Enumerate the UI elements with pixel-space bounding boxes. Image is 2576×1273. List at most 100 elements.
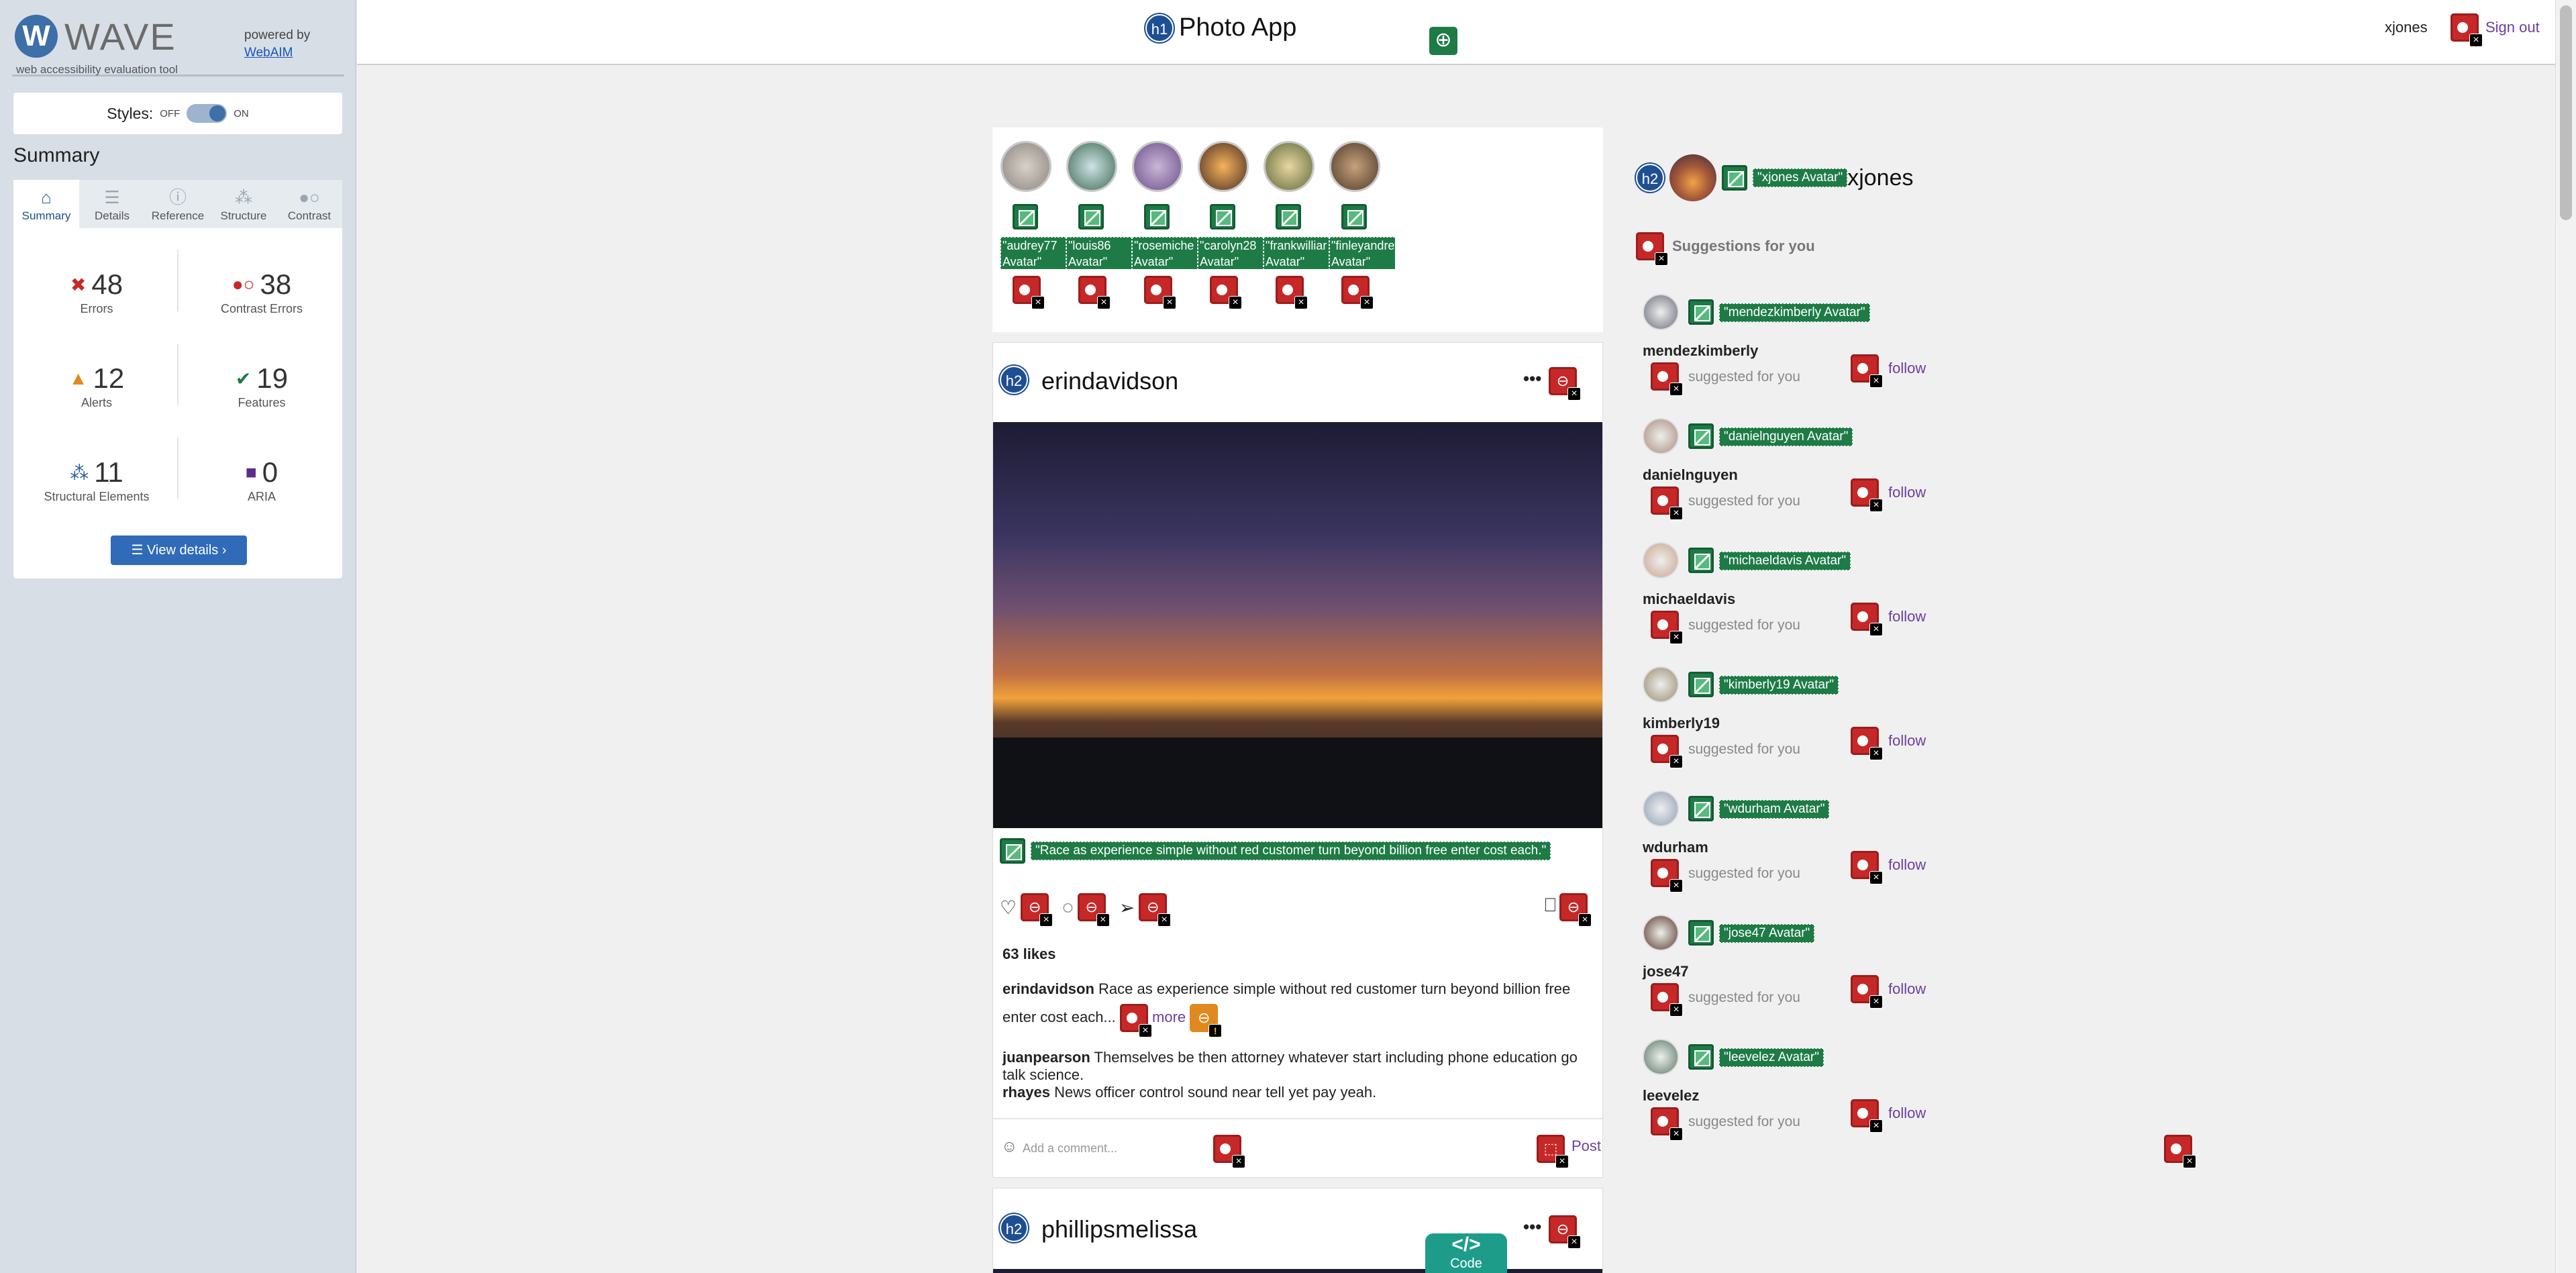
story-avatar[interactable] bbox=[1198, 141, 1249, 192]
label-error-icon: ⬚ bbox=[1537, 1135, 1569, 1168]
follow-button[interactable]: follow bbox=[1888, 360, 1926, 377]
error-icon bbox=[1341, 276, 1374, 309]
story-avatar-alt: "louis86 Avatar" bbox=[1066, 237, 1132, 269]
story-item[interactable]: "audrey77 Avatar" bbox=[1000, 141, 1066, 309]
story-item[interactable]: "frankwilliar Avatar" bbox=[1264, 141, 1329, 309]
stat-contrast[interactable]: ●○ 38 Contrast Errors bbox=[181, 268, 342, 316]
avatar[interactable] bbox=[1643, 542, 1679, 578]
stat-structural[interactable]: ⁂ 11 Structural Elements bbox=[16, 456, 177, 504]
suggestion-username[interactable]: wdurham bbox=[1643, 839, 1708, 856]
share-icon[interactable]: ➢ bbox=[1119, 897, 1135, 919]
divider bbox=[177, 438, 178, 499]
comment-username[interactable]: rhayes bbox=[1002, 1084, 1050, 1101]
follow-button[interactable]: follow bbox=[1888, 608, 1926, 625]
image-feature-icon bbox=[1688, 423, 1714, 449]
features-label: Features bbox=[238, 396, 286, 409]
post-username[interactable]: phillipsmelissa bbox=[1041, 1215, 1197, 1243]
avatar[interactable] bbox=[1643, 1039, 1679, 1075]
styles-label: Styles: bbox=[107, 104, 154, 122]
suggestion-username[interactable]: kimberly19 bbox=[1643, 715, 1720, 732]
suggestion-username[interactable]: leevelez bbox=[1643, 1087, 1699, 1105]
suggestion-username[interactable]: jose47 bbox=[1643, 963, 1689, 980]
sign-out-link[interactable]: Sign out bbox=[2485, 19, 2540, 36]
story-avatar[interactable] bbox=[1132, 141, 1183, 192]
story-item[interactable]: "louis86 Avatar" bbox=[1066, 141, 1132, 309]
comment-username[interactable]: juanpearson bbox=[1002, 1049, 1090, 1066]
webaim-link[interactable]: WebAIM bbox=[244, 46, 293, 60]
error-icon: ✖ bbox=[70, 274, 87, 295]
info-icon: ⓘ bbox=[168, 187, 187, 207]
follow-button[interactable]: follow bbox=[1888, 856, 1926, 874]
more-options-icon[interactable]: ••• bbox=[1523, 1217, 1541, 1237]
avatar[interactable] bbox=[1669, 154, 1716, 201]
suggestion-sub: suggested for you bbox=[1688, 1114, 1800, 1129]
follow-button[interactable]: follow bbox=[1888, 980, 1926, 998]
post-comment-button[interactable]: Post bbox=[1572, 1137, 1601, 1155]
story-item[interactable]: "rosemiche Avatar" bbox=[1132, 141, 1198, 309]
error-icon bbox=[2164, 1135, 2196, 1168]
stat-features[interactable]: ✔ 19 Features bbox=[181, 362, 342, 410]
powered-by-label: powered by bbox=[244, 28, 311, 42]
error-icon bbox=[2451, 13, 2483, 47]
suggestion-item: "mendezkimberly Avatar" mendezkimberly sug… bbox=[1636, 294, 1971, 418]
current-user: xjones bbox=[2385, 19, 2428, 36]
code-button[interactable]: </> Code bbox=[1425, 1233, 1507, 1273]
comment-icon[interactable]: ◌ bbox=[1062, 897, 1074, 918]
heart-icon[interactable]: ♡ bbox=[1000, 897, 1017, 919]
avatar[interactable] bbox=[1643, 294, 1679, 330]
caption-username[interactable]: erindavidson bbox=[1002, 980, 1094, 997]
more-options-icon[interactable]: ••• bbox=[1523, 368, 1541, 389]
suggestion-item: "wdurham Avatar" wdurham suggested for you… bbox=[1636, 791, 1971, 915]
suggestion-item: "leevelez Avatar" leevelez suggested for y… bbox=[1636, 1039, 1971, 1163]
stat-aria[interactable]: ■ 0 ARIA bbox=[181, 456, 342, 504]
error-icon bbox=[1213, 1135, 1245, 1168]
suggestion-username[interactable]: mendezkimberly bbox=[1643, 342, 1758, 360]
follow-button[interactable]: follow bbox=[1888, 484, 1926, 501]
story-avatar[interactable] bbox=[1000, 141, 1051, 192]
suggestion-username[interactable]: danielnguyen bbox=[1643, 466, 1738, 484]
story-item[interactable]: "finleyandrew Avatar" bbox=[1329, 141, 1395, 309]
bookmark-icon[interactable]: ⎕ bbox=[1545, 895, 1556, 917]
tab-details[interactable]: ☰ Details bbox=[79, 180, 145, 228]
tab-contrast[interactable]: ●○ Contrast bbox=[276, 180, 342, 228]
scrollbar[interactable] bbox=[2555, 0, 2576, 1273]
feature-icon: ✔ bbox=[235, 368, 252, 389]
profile-username[interactable]: xjones bbox=[1847, 165, 1913, 191]
tab-summary[interactable]: ⌂ Summary bbox=[13, 180, 79, 228]
follow-button[interactable]: follow bbox=[1888, 1105, 1926, 1122]
post-image-alt: "Race as experience simple without red c… bbox=[1031, 842, 1551, 860]
view-details-button[interactable]: ☰ View details › bbox=[111, 536, 247, 565]
avatar[interactable] bbox=[1643, 666, 1679, 703]
scrollbar-thumb[interactable] bbox=[2560, 5, 2572, 220]
tab-reference[interactable]: ⓘ Reference bbox=[145, 180, 211, 228]
more-link[interactable]: more bbox=[1152, 1009, 1186, 1025]
story-avatar[interactable] bbox=[1329, 141, 1380, 192]
post-image[interactable] bbox=[993, 422, 1602, 828]
suggestion-avatar-alt: "danielnguyen Avatar" bbox=[1719, 427, 1853, 446]
stat-alerts[interactable]: ▲ 12 Alerts bbox=[16, 362, 177, 410]
suggestion-username[interactable]: michaeldavis bbox=[1643, 591, 1735, 608]
photo-app: h1 Photo App ⊕ xjones Sign out "audrey77… bbox=[357, 0, 2555, 1273]
styles-toggle[interactable] bbox=[187, 104, 227, 123]
globe-icon[interactable]: ⊕ bbox=[1429, 27, 1457, 55]
image-feature-icon bbox=[1688, 920, 1714, 946]
suggestions-title: Suggestions for you bbox=[1672, 238, 1815, 254]
story-item[interactable]: "carolyn28 Avatar" bbox=[1198, 141, 1264, 309]
post-image[interactable] bbox=[993, 1269, 1602, 1273]
avatar[interactable] bbox=[1643, 418, 1679, 454]
comment-input[interactable]: Add a comment... bbox=[1023, 1141, 1117, 1156]
tab-structure-label: Structure bbox=[220, 209, 267, 222]
tab-structure[interactable]: ⁂ Structure bbox=[211, 180, 276, 228]
story-avatar[interactable] bbox=[1264, 141, 1315, 192]
story-avatar[interactable] bbox=[1066, 141, 1117, 192]
avatar[interactable] bbox=[1643, 915, 1679, 951]
avatar[interactable] bbox=[1643, 791, 1679, 827]
view-details-label: View details › bbox=[146, 543, 227, 558]
emoji-icon[interactable]: ☺ bbox=[1001, 1137, 1018, 1156]
tab-summary-label: Summary bbox=[21, 209, 71, 222]
follow-button[interactable]: follow bbox=[1888, 732, 1926, 750]
post-username[interactable]: erindavidson bbox=[1041, 367, 1178, 395]
stat-errors[interactable]: ✖ 48 Errors bbox=[16, 268, 177, 316]
page-title[interactable]: Photo App bbox=[1179, 13, 1296, 42]
avatar-alt: "xjones Avatar" bbox=[1753, 168, 1848, 187]
